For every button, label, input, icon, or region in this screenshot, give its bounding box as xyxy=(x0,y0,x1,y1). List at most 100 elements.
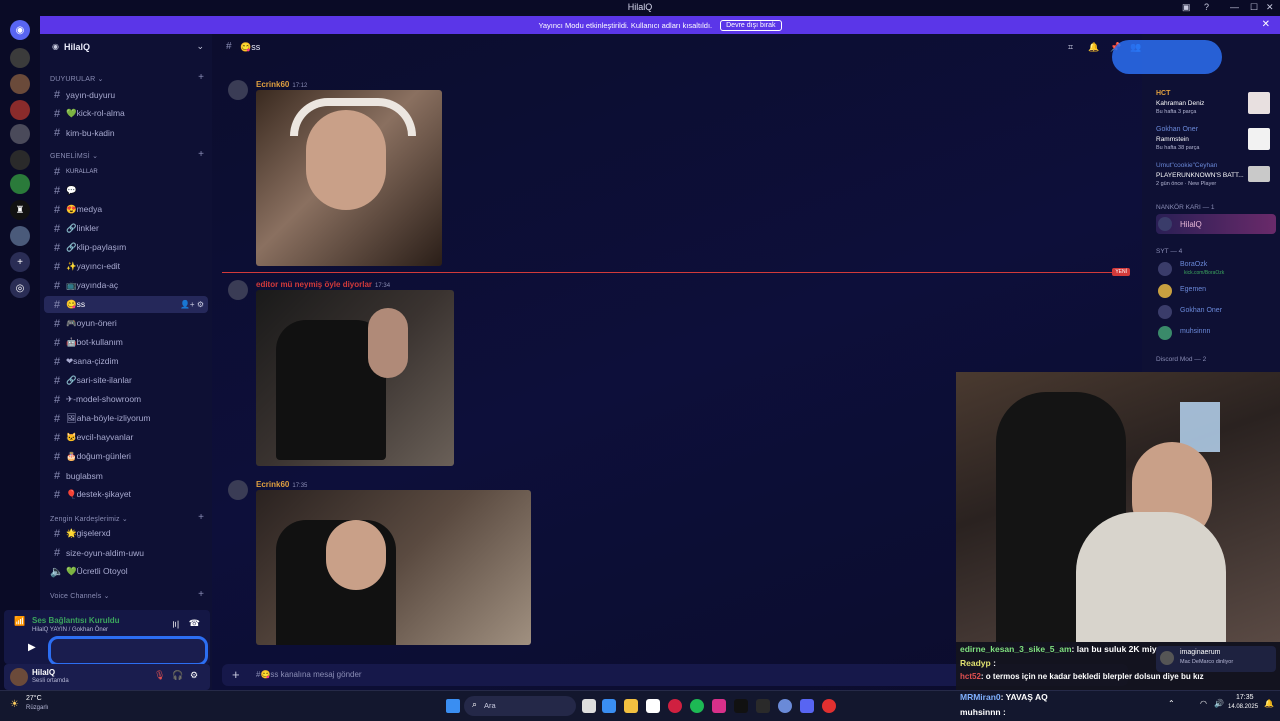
voice-channel-name[interactable]: HilalQ YAYIN / Gokhan Öner xyxy=(32,627,108,633)
category-header[interactable]: Voice Channels ⌄ xyxy=(50,592,110,600)
channel-item[interactable]: # 🔗klip-paylaşım xyxy=(44,239,208,256)
tiktok-icon[interactable] xyxy=(734,699,748,713)
spotify-icon[interactable] xyxy=(690,699,704,713)
mute-icon[interactable]: 🎙 xyxy=(154,670,165,681)
channel-item[interactable]: # 🎮oyun-öneri xyxy=(44,315,208,332)
avatar[interactable] xyxy=(1158,305,1172,319)
channel-item[interactable]: # ❤sana-çizdim xyxy=(44,353,208,370)
author-name[interactable]: Ecrink60 xyxy=(256,80,289,89)
channel-item[interactable]: # 📺yayında-aç xyxy=(44,277,208,294)
chevron-down-icon[interactable]: ⌄ xyxy=(196,41,204,52)
opera-icon[interactable] xyxy=(668,699,682,713)
avatar[interactable] xyxy=(1158,284,1172,298)
add-channel-icon[interactable]: + xyxy=(198,512,204,523)
channel-item[interactable]: # yayın-duyuru xyxy=(44,86,208,103)
channel-item[interactable]: # KURALLAR xyxy=(44,163,208,180)
chevron-up-icon[interactable]: ⌃ xyxy=(1168,699,1175,708)
add-attachment-icon[interactable]: + xyxy=(232,667,240,682)
message-author[interactable]: Ecrink60 17:35 xyxy=(256,480,307,489)
maximize-icon[interactable]: ☐ xyxy=(1250,2,1258,13)
category-header[interactable]: DUYURULAR ⌄ xyxy=(50,75,104,83)
category-header[interactable]: GENELİMSİ ⌄ xyxy=(50,152,98,160)
channel-item[interactable]: # buglabsm xyxy=(44,467,208,484)
channel-item[interactable]: # 🔗sari-site-ilanlar xyxy=(44,372,208,389)
member-name[interactable]: HilalQ xyxy=(1180,220,1202,229)
clock-date[interactable]: 14.08.2025 xyxy=(1228,704,1258,710)
channel-item-active[interactable]: # 😋ss 👤+ ⚙ xyxy=(44,296,208,313)
help-icon[interactable]: ? xyxy=(1204,2,1209,12)
channel-item[interactable]: # 🤖bot-kullanım xyxy=(44,334,208,351)
deafen-icon[interactable]: 🎧 xyxy=(172,670,183,681)
noise-suppression-icon[interactable]: 〣 xyxy=(171,618,180,631)
clock-time[interactable]: 17:35 xyxy=(1236,694,1254,701)
channel-item[interactable]: # 🐱evcil-hayvanlar xyxy=(44,429,208,446)
channel-item[interactable]: # ✈-model-showroom xyxy=(44,391,208,408)
channel-item[interactable]: # 🔗linkler xyxy=(44,220,208,237)
add-server-icon[interactable]: + xyxy=(10,252,30,272)
close-banner-icon[interactable]: ✕ xyxy=(1262,19,1270,30)
add-channel-icon[interactable]: + xyxy=(198,589,204,600)
channel-item[interactable]: # size-oyun-aldim-uwu xyxy=(44,544,208,561)
server-icon[interactable] xyxy=(10,74,30,94)
avatar[interactable] xyxy=(1158,217,1172,231)
channel-item[interactable]: # 🎂doğum-günleri xyxy=(44,448,208,465)
threads-icon[interactable]: ⌗ xyxy=(1068,42,1073,53)
message-author[interactable]: Ecrink60 17:12 xyxy=(256,80,307,89)
channel-item[interactable]: # 🌟gişelerxd xyxy=(44,525,208,542)
avatar[interactable] xyxy=(228,480,248,500)
channel-item[interactable]: # 💚kick-rol-alma xyxy=(44,105,208,122)
server-icon[interactable] xyxy=(10,226,30,246)
camera-icon[interactable]: ▶ xyxy=(28,642,36,653)
wifi-icon[interactable]: ◠ xyxy=(1200,699,1207,708)
message-author[interactable]: editor mü neymiş öyle diyorlar 17:34 xyxy=(256,280,390,289)
inbox-icon[interactable]: ▣ xyxy=(1182,2,1191,13)
category-header[interactable]: Zengin Kardeşlerimiz ⌄ xyxy=(50,515,128,523)
channel-item[interactable]: # 💬 xyxy=(44,182,208,199)
disconnect-icon[interactable]: ☎ xyxy=(189,618,200,629)
server-icon[interactable] xyxy=(10,150,30,170)
activity-user[interactable]: Gokhan Oner xyxy=(1156,126,1198,133)
server-icon[interactable] xyxy=(10,174,30,194)
notifications-icon[interactable]: 🔔 xyxy=(1088,42,1099,53)
avatar[interactable] xyxy=(10,668,28,686)
volume-icon[interactable]: 🔊 xyxy=(1214,699,1224,708)
author-name[interactable]: editor mü neymiş öyle diyorlar xyxy=(256,280,372,289)
file-explorer-icon[interactable] xyxy=(624,699,638,713)
image-attachment[interactable] xyxy=(256,490,531,645)
server-name[interactable]: HilalQ xyxy=(64,42,90,52)
search-box[interactable]: ⌕ Ara xyxy=(464,696,576,716)
close-window-icon[interactable]: ✕ xyxy=(1266,2,1274,13)
channel-item[interactable]: # kim-bu-kadin xyxy=(44,124,208,141)
gear-icon[interactable]: ⚙ xyxy=(190,670,198,681)
avatar[interactable] xyxy=(228,280,248,300)
server-icon[interactable]: ♜ xyxy=(10,200,30,220)
add-channel-icon[interactable]: + xyxy=(198,149,204,160)
browser-icon[interactable] xyxy=(822,699,836,713)
minimize-icon[interactable]: — xyxy=(1230,2,1239,12)
channel-item[interactable]: # 🖼aha-böyle-izliyorum xyxy=(44,410,208,427)
channel-item[interactable]: # 🎈destek-şikayet xyxy=(44,486,208,503)
member-name[interactable]: BoraOzk xyxy=(1180,261,1207,268)
app-icon[interactable] xyxy=(756,699,770,713)
weather-temp[interactable]: 27°C xyxy=(26,695,42,702)
author-name[interactable]: Ecrink60 xyxy=(256,480,289,489)
search-input[interactable]: Ara xyxy=(484,701,496,710)
activity-user[interactable]: Umut"cookie"Ceyhan xyxy=(1156,162,1217,169)
steam-icon[interactable] xyxy=(778,699,792,713)
copilot-icon[interactable] xyxy=(602,699,616,713)
task-view-icon[interactable] xyxy=(582,699,596,713)
username[interactable]: HilalQ xyxy=(32,668,55,677)
discord-home-icon[interactable]: ◉ xyxy=(10,20,30,40)
avatar[interactable] xyxy=(228,80,248,100)
explore-icon[interactable]: ◎ xyxy=(10,278,30,298)
avatar[interactable] xyxy=(1158,262,1172,276)
image-attachment[interactable] xyxy=(256,90,442,266)
member-name[interactable]: muhsinnn xyxy=(1180,328,1210,335)
disable-streamer-mode-button[interactable]: Devre dışı bırak xyxy=(720,19,782,31)
discord-icon[interactable] xyxy=(800,699,814,713)
server-icon[interactable] xyxy=(10,48,30,68)
store-icon[interactable] xyxy=(646,699,660,713)
activity-user[interactable]: HCT xyxy=(1156,90,1170,97)
instagram-icon[interactable] xyxy=(712,699,726,713)
windows-start-icon[interactable] xyxy=(446,699,460,713)
